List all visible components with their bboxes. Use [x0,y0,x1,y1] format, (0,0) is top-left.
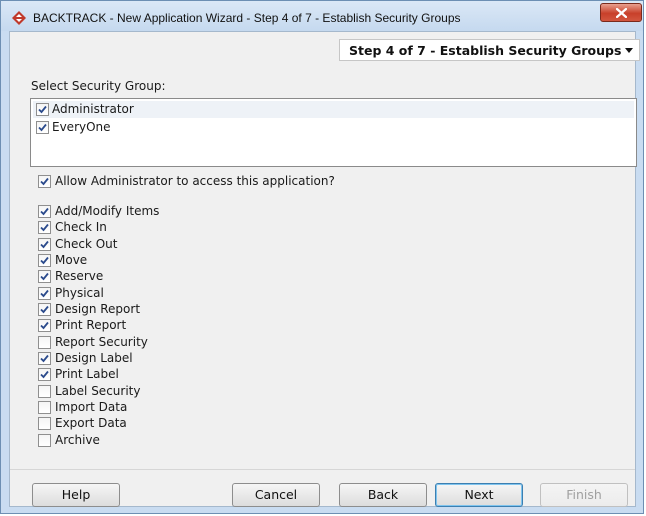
permission-checkbox[interactable] [38,237,51,251]
list-item-administrator[interactable]: Administrator [33,101,634,118]
title-bar[interactable]: BACKTRACK - New Application Wizard - Ste… [1,1,643,31]
checkmark-icon [38,123,47,132]
permission-checkbox[interactable] [38,433,51,447]
permission-item[interactable]: Import Data [38,399,238,415]
permission-label: Report Security [55,334,148,349]
checkmark-icon [40,273,49,281]
checkmark-icon [40,289,49,298]
permission-checkbox[interactable] [38,319,51,333]
permission-label: Import Data [55,400,128,415]
help-button[interactable]: Help [32,483,120,507]
permission-label: Print Report [55,318,127,333]
finish-button[interactable]: Finish [540,483,628,507]
permission-label: Print Label [55,367,119,382]
checkmark-icon [40,322,49,330]
permission-checkbox[interactable] [38,286,51,300]
permission-item[interactable]: Export Data [38,415,238,431]
permission-label: Reserve [55,269,104,284]
close-icon [616,8,627,18]
checkmark-icon [40,371,49,379]
permission-checkbox[interactable] [38,254,51,268]
checkmark-icon [40,224,49,232]
backtrack-app-icon [12,11,26,25]
permission-label: Physical [55,285,104,300]
wizard-content: Step 4 of 7 - Establish Security Groups … [9,31,640,507]
permission-label: Add/Modify Items [55,204,160,218]
permission-item[interactable]: Add/Modify Items [38,203,238,219]
security-group-label: Select Security Group: [31,79,166,93]
list-item-label: Administrator [52,102,134,116]
list-item-label: EveryOne [52,120,111,134]
cancel-button[interactable]: Cancel [232,483,320,507]
allow-admin-checkbox[interactable] [38,175,51,188]
permission-item[interactable]: Design Label [38,350,238,366]
permission-checkbox[interactable] [38,368,51,382]
permission-checkbox[interactable] [38,303,51,317]
permission-item[interactable]: Print Label [38,366,238,382]
checkmark-icon [40,240,49,249]
allow-admin-label: Allow Administrator to access this appli… [55,174,335,188]
checkmark-icon [40,207,49,216]
step-dropdown-value: Step 4 of 7 - Establish Security Groups [349,43,622,58]
permission-checkbox[interactable] [38,335,51,349]
step-dropdown[interactable]: Step 4 of 7 - Establish Security Groups [339,39,640,61]
permission-label: Archive [55,432,100,447]
window-title: BACKTRACK - New Application Wizard - Ste… [33,11,461,25]
permission-label: Design Report [55,302,141,317]
permission-item[interactable]: Check Out [38,236,238,252]
permission-checkbox[interactable] [38,270,51,284]
permission-checkbox[interactable] [38,384,51,398]
checkbox[interactable] [36,103,49,116]
permission-label: Check Out [55,236,118,251]
security-group-list[interactable]: Administrator EveryOne [30,98,637,167]
permission-item[interactable]: Move [38,252,238,268]
chevron-down-icon [625,48,633,53]
back-button[interactable]: Back [339,483,427,507]
checkmark-icon [40,355,49,363]
permission-item[interactable]: Archive [38,432,238,448]
close-button[interactable] [600,3,642,22]
checkmark-icon [40,305,49,314]
footer-divider [10,469,635,470]
permission-item[interactable]: Design Report [38,301,238,317]
permission-item[interactable]: Physical [38,285,238,301]
permission-label: Check In [55,220,107,235]
checkbox[interactable] [36,121,49,134]
checkmark-icon [38,105,47,114]
permission-item[interactable]: Report Security [38,334,238,350]
wizard-window: BACKTRACK - New Application Wizard - Ste… [0,0,644,514]
permission-checkbox[interactable] [38,401,51,415]
permission-list: Add/Modify Items Check In Check Out Move Res… [38,203,238,448]
list-item-everyone[interactable]: EveryOne [33,119,634,136]
permission-label: Move [55,253,88,268]
permission-checkbox[interactable] [38,205,51,218]
permission-item[interactable]: Label Security [38,383,238,399]
permission-checkbox[interactable] [38,417,51,431]
permission-item[interactable]: Reserve [38,268,238,284]
allow-admin-option[interactable]: Allow Administrator to access this appli… [38,173,358,190]
checkmark-icon [40,177,49,186]
permission-checkbox[interactable] [38,221,51,235]
permission-label: Export Data [55,416,127,431]
permission-label: Design Label [55,351,133,366]
permission-label: Label Security [55,383,141,398]
permission-item[interactable]: Print Report [38,317,238,333]
permission-checkbox[interactable] [38,352,51,366]
checkmark-icon [40,256,49,265]
permission-item[interactable]: Check In [38,219,238,235]
next-button[interactable]: Next [435,483,523,507]
